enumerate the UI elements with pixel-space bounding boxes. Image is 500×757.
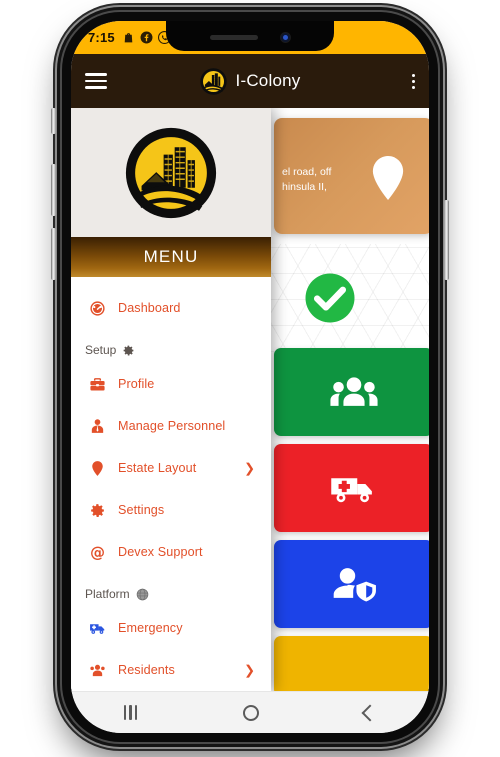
menu-item-estate-layout[interactable]: Estate Layout ❯ xyxy=(71,447,271,489)
menu-item-label: Devex Support xyxy=(118,545,203,559)
volume-down-button[interactable] xyxy=(51,228,56,280)
phone-notch xyxy=(166,21,334,51)
menu-item-manage-personnel[interactable]: Manage Personnel xyxy=(71,405,271,447)
android-navigation-bar xyxy=(71,691,429,733)
tile-security[interactable] xyxy=(274,540,429,628)
menu-section-setup: Setup xyxy=(71,329,271,363)
dashboard-speedometer-icon xyxy=(85,300,109,317)
menu-section-platform: Platform xyxy=(71,573,271,607)
gear-icon xyxy=(85,502,109,519)
menu-section-label: Setup xyxy=(85,343,117,357)
user-tie-icon xyxy=(85,418,109,435)
screenshot-stage: 7:15 I-Colony el road, off hinsula II, M… xyxy=(0,0,500,757)
drawer-menu-header-label: MENU xyxy=(143,247,199,266)
volume-up-button[interactable] xyxy=(51,164,56,216)
menu-item-label: Manage Personnel xyxy=(118,419,226,433)
back-chevron-icon xyxy=(361,704,379,721)
globe-emoji-icon xyxy=(136,588,148,600)
shopping-bag-icon xyxy=(124,33,133,43)
silent-switch-button[interactable] xyxy=(51,108,56,134)
recent-apps-icon xyxy=(123,705,138,720)
menu-item-residents[interactable]: Residents ❯ xyxy=(71,649,271,691)
app-logo-icon xyxy=(199,67,227,95)
facebook-icon xyxy=(140,31,153,44)
hamburger-icon[interactable] xyxy=(85,73,107,89)
menu-item-label: Dashboard xyxy=(118,301,181,315)
chevron-right-icon: ❯ xyxy=(244,460,255,476)
location-pin-icon xyxy=(372,156,404,200)
navigation-drawer: MENU Dashboard Setup Profile Manage Pers… xyxy=(71,108,271,691)
menu-item-settings[interactable]: Settings xyxy=(71,489,271,531)
recent-apps-button[interactable] xyxy=(104,699,158,726)
phone-screen: 7:15 I-Colony el road, off hinsula II, M… xyxy=(71,21,429,733)
check-circle-icon xyxy=(305,273,355,323)
chevron-right-icon: ❯ xyxy=(244,662,255,678)
address-card[interactable]: el road, off hinsula II, xyxy=(274,118,429,234)
app-bar-title-group: I-Colony xyxy=(71,67,429,95)
drawer-menu-header: MENU xyxy=(71,237,271,277)
app-logo-icon xyxy=(125,127,217,218)
menu-item-label: Profile xyxy=(118,377,155,391)
status-bar: 7:15 xyxy=(71,21,429,54)
menu-section-label: Platform xyxy=(85,587,130,601)
svg-text:@: @ xyxy=(90,544,105,561)
at-sign-icon: @ xyxy=(85,544,109,561)
menu-item-dashboard[interactable]: Dashboard xyxy=(71,287,271,329)
people-group-icon xyxy=(329,377,378,406)
home-button[interactable] xyxy=(223,699,279,727)
front-camera xyxy=(279,31,291,43)
ambulance-icon xyxy=(330,478,372,503)
content-area: el road, off hinsula II, MENU Dashboard … xyxy=(71,108,429,691)
menu-item-emergency[interactable]: Emergency xyxy=(71,607,271,649)
map-marker-icon xyxy=(85,460,109,477)
gear-icon xyxy=(123,345,134,355)
menu-item-label: Settings xyxy=(118,503,165,517)
people-group-icon xyxy=(85,662,109,679)
tile-more[interactable] xyxy=(274,636,429,691)
status-bar-clock: 7:15 xyxy=(88,30,115,45)
drawer-menu-list: Dashboard Setup Profile Manage Personnel… xyxy=(71,277,271,691)
home-icon xyxy=(242,704,259,721)
app-bar-title: I-Colony xyxy=(235,71,301,90)
power-button[interactable] xyxy=(444,200,449,280)
phone-frame: 7:15 I-Colony el road, off hinsula II, M… xyxy=(51,12,449,742)
earpiece-speaker xyxy=(209,34,258,40)
user-shield-icon xyxy=(333,568,376,602)
menu-item-label: Estate Layout xyxy=(118,461,197,475)
ambulance-icon xyxy=(85,620,109,637)
menu-item-label: Residents xyxy=(118,663,175,677)
menu-item-profile[interactable]: Profile xyxy=(71,363,271,405)
kebab-menu-icon[interactable] xyxy=(412,73,415,89)
back-button[interactable] xyxy=(344,701,396,725)
menu-item-label: Emergency xyxy=(118,621,183,635)
tile-residents[interactable] xyxy=(274,348,429,436)
drawer-header xyxy=(71,108,271,237)
status-card[interactable] xyxy=(274,258,429,338)
app-bar: I-Colony xyxy=(71,54,429,108)
status-bar-notification-icons xyxy=(122,31,171,44)
briefcase-icon xyxy=(85,376,109,393)
menu-item-devex-support[interactable]: @ Devex Support xyxy=(71,531,271,573)
tile-emergency[interactable] xyxy=(274,444,429,532)
